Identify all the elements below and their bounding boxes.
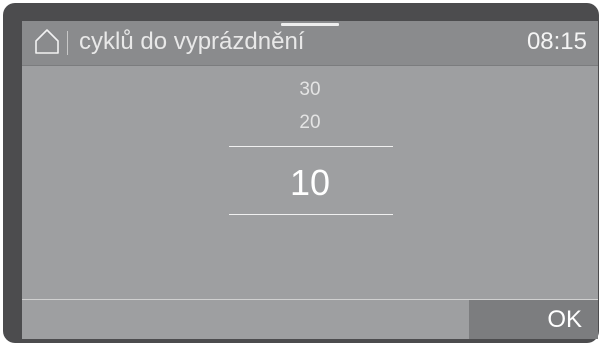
header-divider (67, 31, 68, 55)
display-screen: cyklů do vyprázdnění 08:15 30 20 10 OK (22, 21, 598, 339)
scroll-indicator (281, 23, 339, 26)
selection-line-top (229, 146, 393, 147)
footer-bar: OK (22, 299, 598, 339)
selection-line-bottom (229, 214, 393, 215)
picker-selected-value[interactable]: 10 (22, 162, 598, 204)
header-bar: cyklů do vyprázdnění 08:15 (22, 21, 598, 66)
device-bezel: cyklů do vyprázdnění 08:15 30 20 10 OK (3, 3, 599, 343)
ok-button[interactable]: OK (469, 300, 598, 339)
home-icon[interactable] (34, 28, 60, 54)
clock: 08:15 (526, 28, 587, 55)
page-title: cyklů do vyprázdnění (79, 28, 305, 55)
picker-option[interactable]: 30 (22, 78, 598, 102)
picker-option[interactable]: 20 (22, 111, 598, 135)
value-picker[interactable]: 30 20 10 (22, 66, 598, 298)
